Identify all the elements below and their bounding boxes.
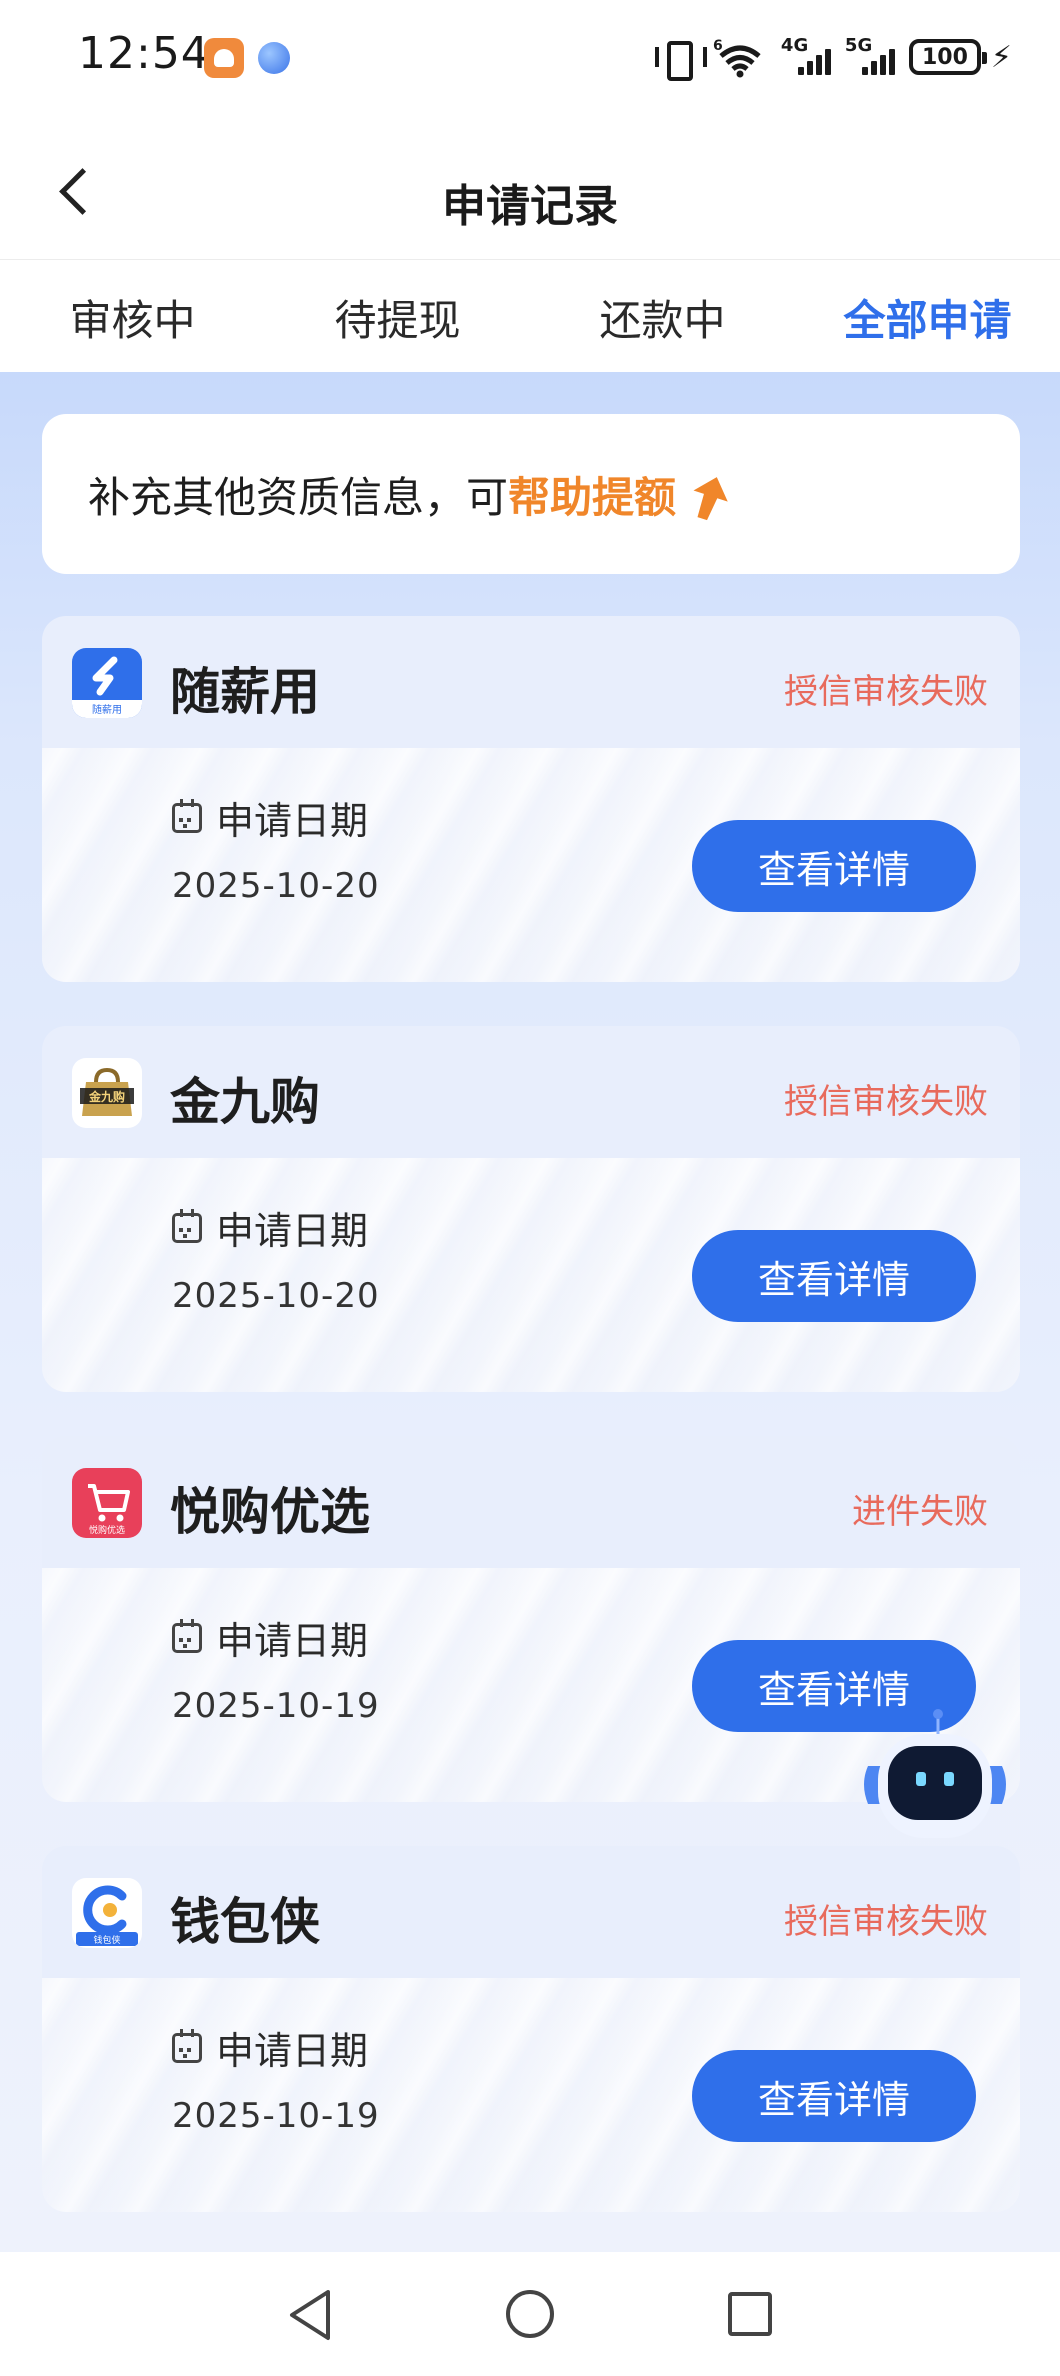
record-card: 随薪用 随薪用 授信审核失败 申请日期 2025-10-20 查看详情: [42, 616, 1020, 982]
vibrate-icon: [654, 37, 707, 81]
battery-level: 100: [921, 44, 968, 70]
record-status: 授信审核失败: [784, 1082, 988, 1122]
tab-bar: 审核中 待提现 还款中 全部申请: [0, 262, 1060, 372]
date-value: 2025-10-20: [172, 866, 380, 906]
tab-repaying[interactable]: 还款中: [530, 262, 795, 372]
record-status: 进件失败: [852, 1492, 988, 1532]
charging-icon: ⚡: [990, 39, 1012, 75]
view-details-button[interactable]: 查看详情: [692, 1230, 976, 1322]
suixinyong-logo-icon: 随薪用: [72, 648, 142, 718]
record-app-name: 随薪用: [170, 663, 320, 721]
svg-text:6: 6: [713, 38, 723, 54]
date-label: 申请日期: [216, 1209, 369, 1253]
cellular-5g-icon: 5G: [845, 35, 895, 77]
tab-pending-withdraw[interactable]: 待提现: [265, 262, 530, 372]
record-card: 金九购 金九购 授信审核失败 申请日期 2025-10-20 查看详情: [42, 1026, 1020, 1392]
browser-icon: [258, 42, 290, 74]
jinjiugou-logo-icon: 金九购: [72, 1058, 142, 1128]
promo-banner[interactable]: 补充其他资质信息，可 帮助提额: [42, 414, 1020, 574]
svg-text:随薪用: 随薪用: [92, 703, 122, 716]
page-title: 申请记录: [442, 181, 618, 232]
date-value: 2025-10-20: [172, 1276, 380, 1316]
promo-highlight: 帮助提额: [508, 472, 677, 522]
robot-icon: [864, 1709, 1006, 1838]
battery-icon: 100: [908, 39, 987, 75]
svg-text:金九购: 金九购: [88, 1089, 125, 1104]
record-app-name: 悦购优选: [170, 1483, 370, 1541]
assistant-robot-button[interactable]: [858, 1706, 1012, 1846]
record-status: 授信审核失败: [784, 1902, 988, 1942]
record-app-name: 金九购: [170, 1073, 320, 1131]
records-list: 补充其他资质信息，可 帮助提额 随薪用 随薪用 授信审核失败 申请日期 2025…: [0, 372, 1060, 2252]
qianbaoxia-logo-icon: 钱包侠: [72, 1878, 142, 1948]
app-header: 申请记录: [0, 115, 1060, 260]
promo-text: 补充其他资质信息，可: [88, 472, 509, 522]
date-label: 申请日期: [216, 2029, 369, 2073]
status-indicators: 6 4G 5G 100 ⚡: [654, 32, 1012, 82]
view-details-button[interactable]: 查看详情: [692, 820, 976, 912]
nav-recent-apps-icon[interactable]: [728, 2292, 772, 2336]
date-label: 申请日期: [216, 1619, 369, 1663]
system-nav-bar: [0, 2252, 1060, 2376]
view-details-button[interactable]: 查看详情: [692, 2050, 976, 2142]
calendar-icon: [172, 2028, 202, 2063]
record-app-name: 钱包侠: [170, 1893, 320, 1951]
yuegou-logo-icon: 悦购优选: [72, 1468, 142, 1538]
arrow-up-icon: [693, 477, 728, 521]
health-app-icon: [204, 38, 244, 78]
status-bar: 12:54 6 4G 5G 100 ⚡: [0, 0, 1060, 115]
svg-text:钱包侠: 钱包侠: [93, 1934, 120, 1946]
tab-under-review[interactable]: 审核中: [0, 262, 265, 372]
svg-text:悦购优选: 悦购优选: [89, 1524, 125, 1536]
wifi-icon: 6: [713, 38, 761, 78]
calendar-icon: [172, 1618, 202, 1653]
calendar-icon: [172, 1208, 202, 1243]
nav-back-icon[interactable]: [286, 2288, 336, 2342]
date-value: 2025-10-19: [172, 2096, 380, 2136]
nav-home-icon[interactable]: [506, 2290, 554, 2338]
tab-all-applications[interactable]: 全部申请: [795, 262, 1060, 372]
status-time: 12:54: [78, 28, 210, 79]
date-value: 2025-10-19: [172, 1686, 380, 1726]
calendar-icon: [172, 798, 202, 833]
record-card: 钱包侠 钱包侠 授信审核失败 申请日期 2025-10-19 查看详情: [42, 1846, 1020, 2212]
cellular-4g-icon: 4G: [781, 35, 831, 77]
record-status: 授信审核失败: [784, 672, 988, 712]
date-label: 申请日期: [216, 799, 369, 843]
